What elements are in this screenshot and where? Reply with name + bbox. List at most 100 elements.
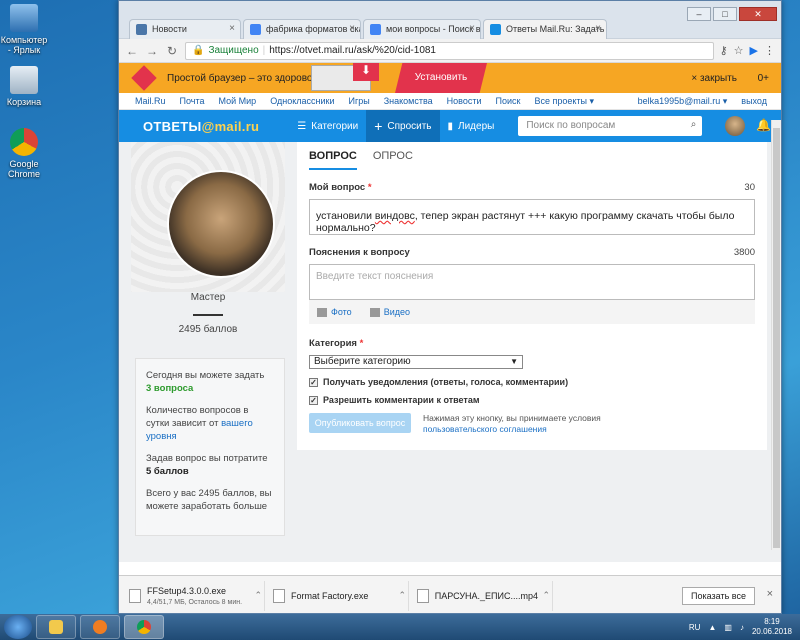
window-controls: – □ ✕ <box>687 7 777 21</box>
url-text: https://otvet.mail.ru/ask/%20/cid-1081 <box>269 45 436 56</box>
close-tab-icon[interactable]: × <box>229 23 235 34</box>
terms-link[interactable]: пользовательского соглашения <box>423 424 547 434</box>
promo-close-button[interactable]: × закрыть <box>691 73 737 84</box>
logout-link[interactable]: выход <box>741 96 767 106</box>
explain-input[interactable]: Введите текст пояснения <box>309 264 755 300</box>
desktop-recycle-bin[interactable]: Корзина <box>0 66 48 107</box>
video-icon[interactable] <box>369 307 380 317</box>
logo-text: ОТВЕТЫ <box>143 118 202 134</box>
comments-checkbox[interactable]: ✓ <box>309 395 318 405</box>
star-icon[interactable]: ☆ <box>734 44 744 57</box>
downloads-bar: FFSetup4.3.0.0.exe 4,4/51,7 МБ, Осталось … <box>119 575 781 613</box>
comments-label: Разрешить комментарии к ответам <box>323 395 480 405</box>
download-item[interactable]: Format Factory.exe ⌃ <box>273 580 409 611</box>
maximize-button[interactable]: □ <box>713 7 737 21</box>
ask-label: Спросить <box>387 120 432 132</box>
taskbar-chrome[interactable] <box>124 615 164 639</box>
comments-checkbox-row[interactable]: ✓ Разрешить комментарии к ответам <box>309 395 755 405</box>
categories-button[interactable]: ☰ Категории <box>289 110 366 142</box>
url-input[interactable]: 🔒 Защищено | https://otvet.mail.ru/ask/%… <box>185 41 714 60</box>
minimize-button[interactable]: – <box>687 7 711 21</box>
today-label: Сегодня вы можете задать <box>146 370 265 381</box>
taskbar-explorer[interactable] <box>36 615 76 639</box>
photo-button[interactable]: Фото <box>331 307 352 317</box>
page-scrollbar[interactable] <box>771 120 781 550</box>
spend-value: 5 баллов <box>146 466 189 477</box>
category-select[interactable]: Выберите категорию ▼ <box>309 355 523 369</box>
portal-link-all-projects[interactable]: Все проекты ▾ <box>534 96 594 107</box>
taskbar-media-player[interactable] <box>80 615 120 639</box>
back-arrow-icon[interactable]: ← <box>125 44 139 58</box>
portal-link-my-world[interactable]: Мой Мир <box>219 96 257 106</box>
key-icon[interactable]: ⚷ <box>720 44 728 57</box>
chevron-up-icon[interactable]: ⌃ <box>398 590 406 601</box>
install-button[interactable]: Установить <box>395 63 487 93</box>
media-toolbar: Фото Видео <box>309 300 755 324</box>
publish-row: Опубликовать вопрос Нажимая эту кнопку, … <box>309 413 755 435</box>
download-item[interactable]: ПАРСУНА._ЕПИС....mp4 ⌃ <box>417 580 553 611</box>
close-tab-icon[interactable]: × <box>469 23 475 34</box>
forward-arrow-icon[interactable]: → <box>145 44 159 58</box>
publish-button[interactable]: Опубликовать вопрос <box>309 413 411 433</box>
portal-link-news[interactable]: Новости <box>447 96 482 106</box>
notify-checkbox-row[interactable]: ✓ Получать уведомления (ответы, голоса, … <box>309 377 755 387</box>
reload-icon[interactable]: ↻ <box>165 44 179 58</box>
menu-dots-icon[interactable]: ⋮ <box>764 44 775 57</box>
earn-text: Всего у вас 2495 баллов, вы можете зараб… <box>146 488 272 512</box>
user-email-link[interactable]: belka1995b@mail.ru ▾ <box>638 96 728 107</box>
chevron-up-icon[interactable]: ⌃ <box>542 590 550 601</box>
desktop-computer-shortcut[interactable]: Компьютер - Ярлык <box>0 4 48 55</box>
desktop-google-chrome[interactable]: Google Chrome <box>0 128 48 179</box>
browser-tab-ask-question[interactable]: Ответы Mail.Ru: Задать в × <box>483 19 607 39</box>
start-button[interactable] <box>4 615 32 639</box>
bell-icon[interactable]: 🔔 <box>756 118 771 132</box>
language-indicator[interactable]: RU <box>689 623 701 632</box>
browser-window: Новости × фабрика форматов скач × мои во… <box>118 0 782 614</box>
url-separator: | <box>262 45 266 56</box>
tab-question[interactable]: ВОПРОС <box>309 150 357 170</box>
portal-link-mailru[interactable]: Mail.Ru <box>135 96 166 106</box>
site-logo[interactable]: ОТВЕТЫ@mail.ru <box>143 119 259 134</box>
scrollbar-thumb[interactable] <box>773 128 780 548</box>
browser-tab-news[interactable]: Новости × <box>129 19 241 39</box>
clock-date: 20.06.2018 <box>751 627 792 636</box>
user-avatar[interactable] <box>725 116 745 136</box>
show-all-downloads-button[interactable]: Показать все <box>682 586 755 605</box>
browser-tab-google-search[interactable]: фабрика форматов скач × <box>243 19 361 39</box>
page-content: Мастер 2495 баллов Сегодня вы можете зад… <box>119 142 781 562</box>
download-item[interactable]: FFSetup4.3.0.0.exe 4,4/51,7 МБ, Осталось … <box>129 580 265 611</box>
question-search-input[interactable]: Поиск по вопросам ⌕ <box>518 116 703 136</box>
tab-poll[interactable]: ОПРОС <box>373 150 413 170</box>
volume-icon[interactable]: ♪ <box>740 623 744 632</box>
profile-avatar[interactable] <box>167 170 275 278</box>
notify-checkbox[interactable]: ✓ <box>309 377 318 387</box>
question-input[interactable]: установили виндовс, тепер экран растянут… <box>309 199 755 235</box>
desktop-icon-label: Корзина <box>6 97 42 107</box>
close-tab-icon[interactable]: × <box>595 23 601 34</box>
search-placeholder: Поиск по вопросам <box>526 120 616 131</box>
computer-icon <box>10 4 38 32</box>
close-tab-icon[interactable]: × <box>349 23 355 34</box>
terms-note: Нажимая эту кнопку, вы принимаете услови… <box>423 413 601 435</box>
question-label: Мой вопрос <box>309 182 366 193</box>
search-icon[interactable]: ⌕ <box>691 119 697 130</box>
portal-link-dating[interactable]: Знакомства <box>384 96 433 106</box>
chevron-up-icon[interactable]: ⌃ <box>254 590 262 601</box>
leaders-button[interactable]: ▮ Лидеры <box>440 110 503 142</box>
portal-link-ok[interactable]: Одноклассники <box>270 96 334 106</box>
network-icon[interactable]: ▥ <box>724 623 732 632</box>
ask-button[interactable]: + Спросить <box>366 110 440 142</box>
portal-link-search[interactable]: Поиск <box>496 96 521 106</box>
close-downloads-icon[interactable]: × <box>767 588 773 600</box>
media-player-icon <box>93 620 107 634</box>
portal-link-games[interactable]: Игры <box>348 96 369 106</box>
portal-link-mail[interactable]: Почта <box>180 96 205 106</box>
photo-icon[interactable] <box>317 307 327 317</box>
tray-arrow-icon[interactable]: ▲ <box>708 623 716 632</box>
close-window-button[interactable]: ✕ <box>739 7 777 21</box>
spend-label: Задав вопрос вы потратите <box>146 453 268 464</box>
clock[interactable]: 8:19 20.06.2018 <box>752 617 792 637</box>
play-extension-icon[interactable]: ▶ <box>750 44 758 57</box>
video-button[interactable]: Видео <box>384 307 410 317</box>
browser-tab-my-questions[interactable]: мои вопросы - Поиск в × <box>363 19 481 39</box>
